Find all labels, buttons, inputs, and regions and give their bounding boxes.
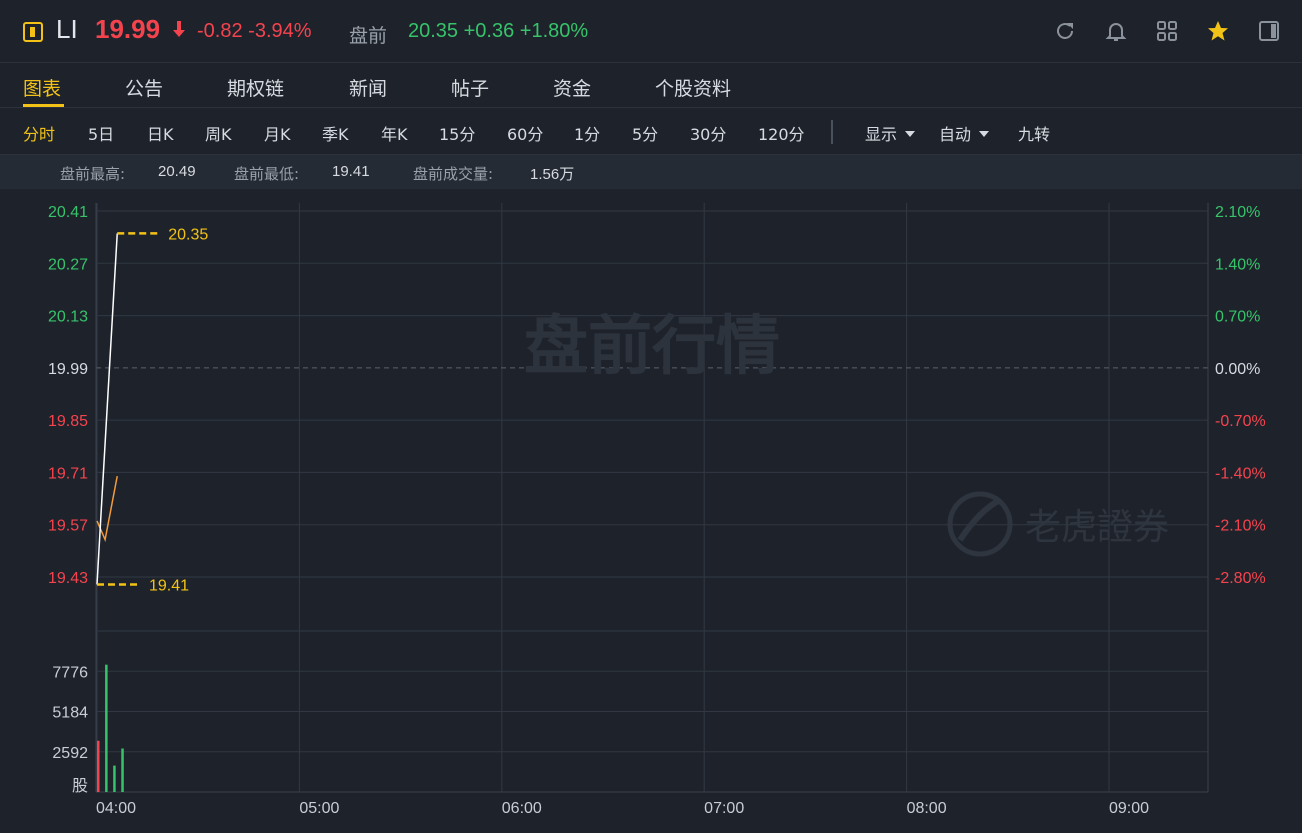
main-tabs: 图表 公告 期权链 新闻 帖子 资金 个股资料	[0, 62, 1302, 108]
watermark-text: 盘前行情	[524, 310, 780, 384]
period-15min[interactable]: 15分	[439, 121, 475, 145]
time-tick-label: 08:00	[907, 800, 947, 817]
chart-grid	[95, 203, 1209, 793]
price-tick-label: 19.71	[48, 465, 88, 482]
period-5min[interactable]: 5分	[632, 121, 658, 145]
auto-dropdown[interactable]: 自动	[939, 121, 990, 145]
time-tick-label: 07:00	[704, 800, 744, 817]
premarket-quote: 20.35 +0.36 +1.80%	[408, 20, 589, 42]
us-market-icon	[23, 22, 43, 42]
time-axis: 04:00 05:00 06:00 07:00 08:00 09:00	[96, 800, 1149, 817]
bell-icon[interactable]	[1104, 19, 1128, 43]
tab-posts[interactable]: 帖子	[451, 74, 489, 101]
tab-chart[interactable]: 图表	[23, 74, 61, 101]
price-change: -0.82 -3.94%	[197, 20, 312, 42]
period-5day[interactable]: 5日	[88, 121, 114, 145]
period-monthly[interactable]: 月K	[264, 121, 291, 145]
period-1min[interactable]: 1分	[574, 121, 600, 145]
price-axis: 20.41 20.27 20.13 19.99 19.85 19.71 19.57 19.43	[48, 204, 88, 587]
price-tick-label: 19.43	[48, 570, 88, 587]
period-selector: 分时 5日 日K 周K 月K 季K 年K 15分 60分 1分 5分 30分 1…	[0, 108, 1302, 155]
price-tick-label: 19.99	[48, 361, 88, 378]
volume-bar	[105, 664, 108, 792]
volume-label: 盘前成交量:	[413, 165, 494, 183]
price-tick-label: 20.13	[48, 309, 88, 326]
price-tick-label: 19.85	[48, 413, 88, 430]
down-arrow-icon	[173, 21, 185, 37]
chevron-down-icon	[979, 130, 990, 137]
volume-bars	[97, 664, 124, 792]
time-tick-label: 04:00	[96, 800, 136, 817]
period-quarterly[interactable]: 季K	[322, 121, 349, 145]
last-price: 19.99	[95, 14, 161, 44]
volume-value: 1.56万	[530, 166, 575, 183]
ticker-symbol: LI	[56, 14, 78, 44]
period-yearly[interactable]: 年K	[381, 121, 408, 145]
period-30min[interactable]: 30分	[690, 121, 726, 145]
volume-axis: 7776 5184 2592 股	[52, 664, 88, 795]
volume-bar	[121, 748, 124, 792]
percent-axis: 2.10% 1.40% 0.70% 0.00% -0.70% -1.40% -2.10% -2…	[1215, 204, 1266, 587]
tiger-brokers-logo: 老虎證券	[947, 491, 1169, 557]
high-marker-label: 20.35	[168, 226, 208, 243]
time-tick-label: 09:00	[1109, 800, 1149, 817]
low-marker-label: 19.41	[149, 577, 189, 594]
nine-turn-indicator[interactable]: 九转	[1018, 121, 1050, 145]
volume-tick-label: 5184	[52, 705, 88, 722]
price-tick-label: 19.57	[48, 518, 88, 535]
period-weekly[interactable]: 周K	[205, 121, 232, 145]
period-intraday[interactable]: 分时	[23, 121, 55, 145]
percent-tick-label: 0.70%	[1215, 309, 1260, 326]
svg-text:老虎證券: 老虎證券	[1025, 507, 1169, 548]
tab-capital-flow[interactable]: 资金	[553, 74, 591, 101]
volume-bar	[97, 740, 100, 792]
period-120min[interactable]: 120分	[758, 121, 805, 145]
refresh-icon[interactable]	[1053, 19, 1077, 43]
percent-tick-label: -2.10%	[1215, 518, 1266, 535]
volume-tick-label: 2592	[52, 745, 88, 762]
time-tick-label: 05:00	[299, 800, 339, 817]
low-label: 盘前最低:	[234, 165, 300, 183]
percent-tick-label: -0.70%	[1215, 413, 1266, 430]
toolbar-divider	[831, 120, 833, 144]
percent-tick-label: -2.80%	[1215, 570, 1266, 587]
percent-tick-label: -1.40%	[1215, 465, 1266, 482]
grid-icon[interactable]	[1155, 19, 1179, 43]
time-tick-label: 06:00	[502, 800, 542, 817]
tab-announcements[interactable]: 公告	[125, 74, 163, 101]
high-value: 20.49	[158, 163, 196, 180]
volume-bar	[113, 765, 116, 792]
price-tick-label: 20.41	[48, 204, 88, 221]
percent-tick-label: 1.40%	[1215, 256, 1260, 273]
quote-header: LI 19.99 -0.82 -3.94% 盘前 20.35 +0.36 +1.…	[0, 0, 1302, 63]
display-dropdown[interactable]: 显示	[865, 121, 916, 145]
tab-options-chain[interactable]: 期权链	[227, 74, 284, 101]
active-tab-indicator	[23, 104, 64, 107]
premarket-stats: 盘前最高: 20.49 盘前最低: 19.41 盘前成交量: 1.56万	[0, 155, 1302, 189]
tab-company-profile[interactable]: 个股资料	[655, 74, 731, 101]
high-label: 盘前最高:	[60, 165, 126, 183]
tab-news[interactable]: 新闻	[349, 74, 387, 101]
percent-tick-label: 0.00%	[1215, 361, 1260, 378]
price-lines	[96, 233, 118, 585]
volume-unit-label: 股	[72, 776, 88, 795]
intraday-chart[interactable]: 盘前行情 老虎證券 20.41 20.27 20.13 19.99 19.85 19.71…	[0, 189, 1302, 833]
star-icon[interactable]	[1206, 19, 1230, 43]
percent-tick-label: 2.10%	[1215, 204, 1260, 221]
chevron-down-icon	[905, 130, 916, 137]
volume-tick-label: 7776	[52, 664, 88, 681]
low-value: 19.41	[332, 163, 370, 180]
panel-icon[interactable]	[1257, 19, 1281, 43]
premarket-label: 盘前	[349, 25, 388, 47]
period-60min[interactable]: 60分	[507, 121, 543, 145]
price-tick-label: 20.27	[48, 256, 88, 273]
period-daily[interactable]: 日K	[147, 121, 174, 145]
